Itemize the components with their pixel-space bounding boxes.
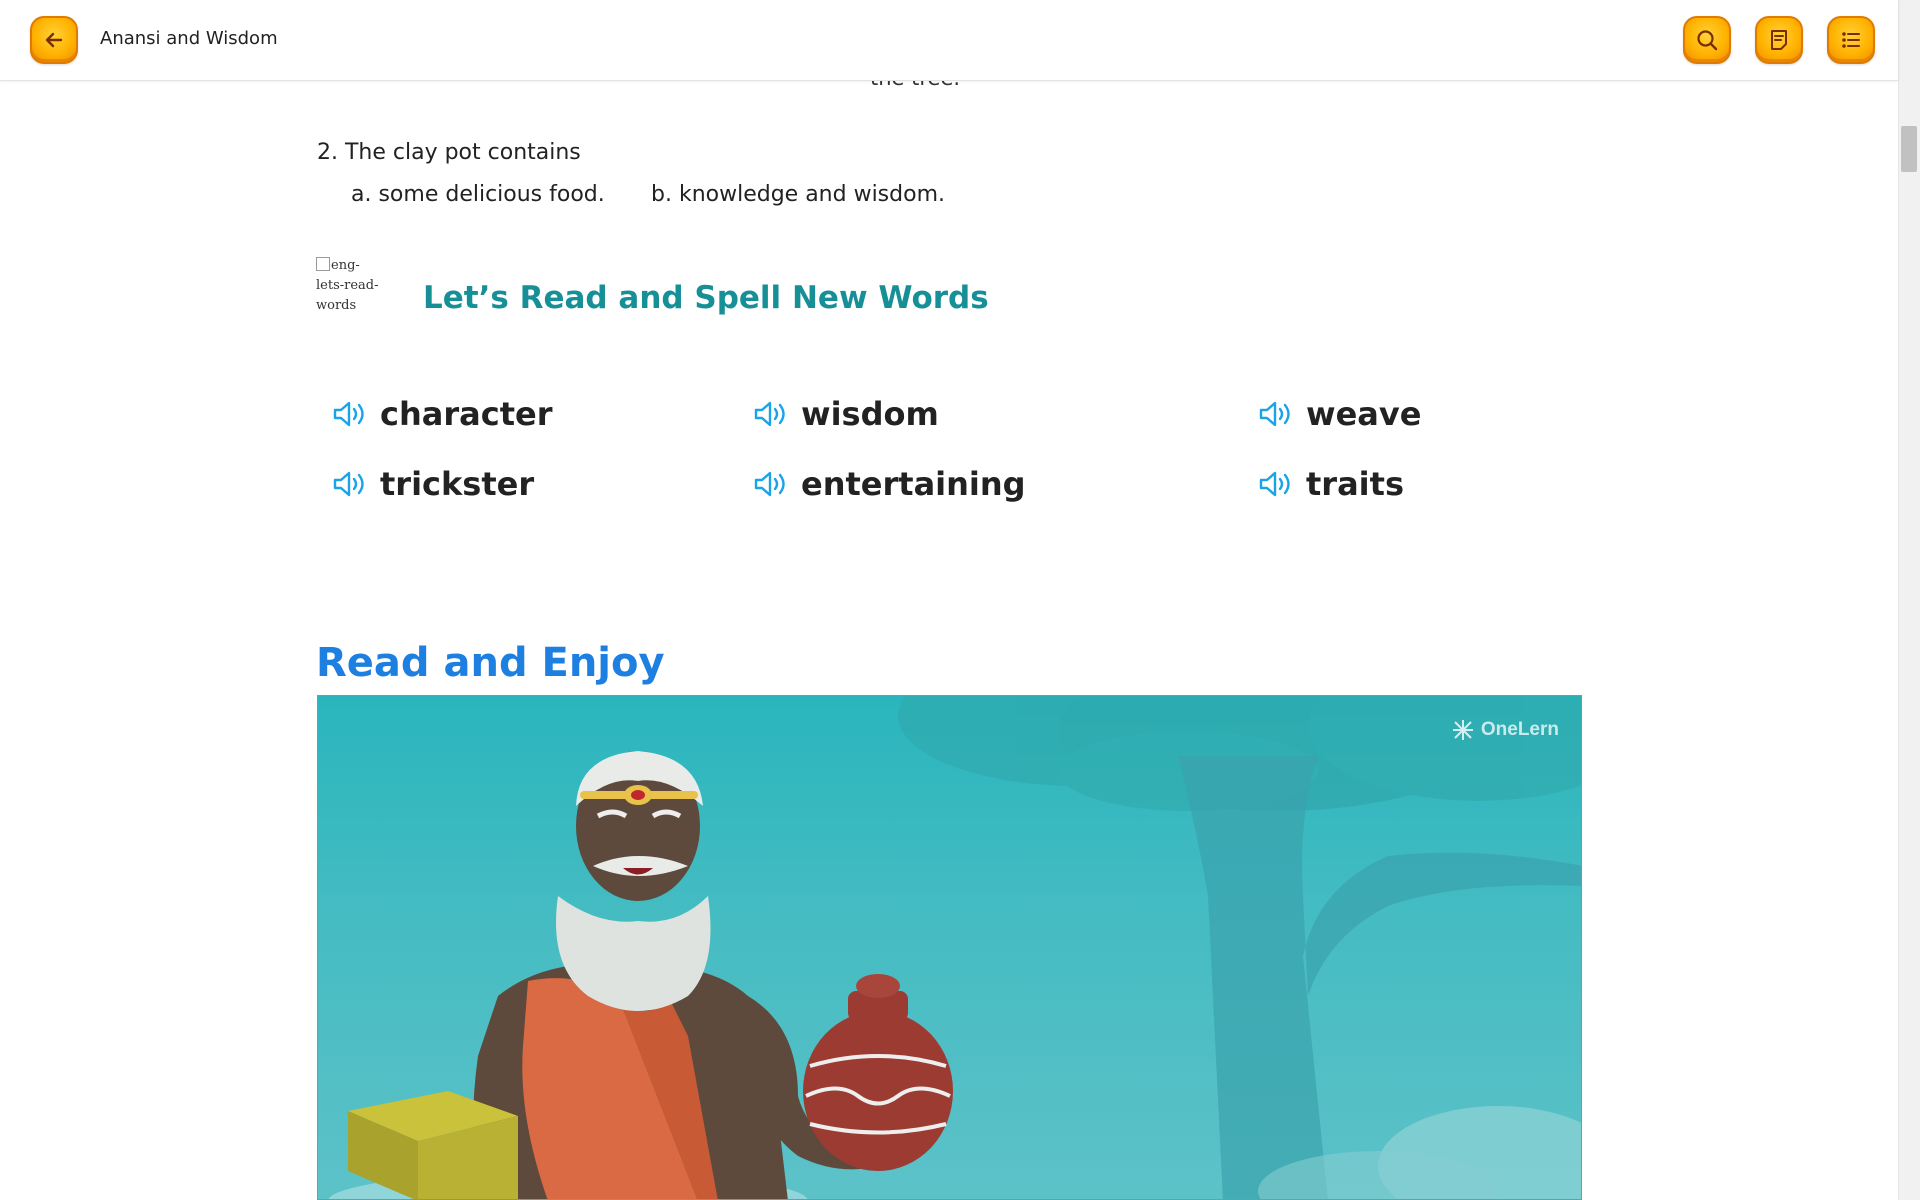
word-item[interactable]: character xyxy=(332,395,552,433)
speaker-icon[interactable] xyxy=(332,399,370,429)
video-watermark: OneLern xyxy=(1451,718,1559,742)
word-text: entertaining xyxy=(801,465,1026,503)
speaker-icon[interactable] xyxy=(753,399,791,429)
watermark-text: OneLern xyxy=(1480,719,1559,740)
story-illustration xyxy=(328,696,1581,1199)
onelern-logo-icon xyxy=(1452,720,1473,740)
word-text: wisdom xyxy=(801,395,939,433)
word-item[interactable]: traits xyxy=(1258,465,1404,503)
scrollbar-track[interactable] xyxy=(1898,0,1920,1200)
list-icon xyxy=(1842,32,1860,48)
top-bar: Anansi and Wisdom xyxy=(0,0,1898,81)
notes-icon xyxy=(1771,30,1787,50)
question-text: 2. The clay pot contains xyxy=(317,140,581,165)
word-item[interactable]: trickster xyxy=(332,465,534,503)
word-item[interactable]: weave xyxy=(1258,395,1421,433)
word-item[interactable]: wisdom xyxy=(753,395,939,433)
notes-button[interactable] xyxy=(1755,16,1803,64)
arrow-left-icon xyxy=(45,32,63,48)
option-a[interactable]: a. some delicious food. xyxy=(351,182,605,207)
word-text: character xyxy=(380,395,553,433)
read-section-heading: Read and Enjoy xyxy=(316,640,665,686)
word-text: traits xyxy=(1306,465,1404,503)
search-button[interactable] xyxy=(1683,16,1731,64)
broken-image-icon xyxy=(316,257,330,271)
story-video-frame[interactable]: OneLern xyxy=(317,695,1582,1200)
broken-image-placeholder: eng-lets-read-words xyxy=(316,256,386,313)
back-button[interactable] xyxy=(30,16,78,64)
speaker-icon[interactable] xyxy=(753,469,791,499)
word-item[interactable]: entertaining xyxy=(753,465,1026,503)
option-b[interactable]: b. knowledge and wisdom. xyxy=(651,182,945,207)
scrollbar-thumb[interactable] xyxy=(1901,126,1917,172)
word-text: weave xyxy=(1306,395,1422,433)
speaker-icon[interactable] xyxy=(1258,469,1296,499)
word-text: trickster xyxy=(380,465,535,503)
search-icon xyxy=(1697,30,1718,51)
main-content: the tree. 2. The clay pot contains a. so… xyxy=(0,0,1898,1200)
words-section-heading: Let’s Read and Spell New Words xyxy=(423,280,989,316)
page-title: Anansi and Wisdom xyxy=(100,28,278,49)
table-of-contents-button[interactable] xyxy=(1827,16,1875,64)
speaker-icon[interactable] xyxy=(1258,399,1296,429)
speaker-icon[interactable] xyxy=(332,469,370,499)
